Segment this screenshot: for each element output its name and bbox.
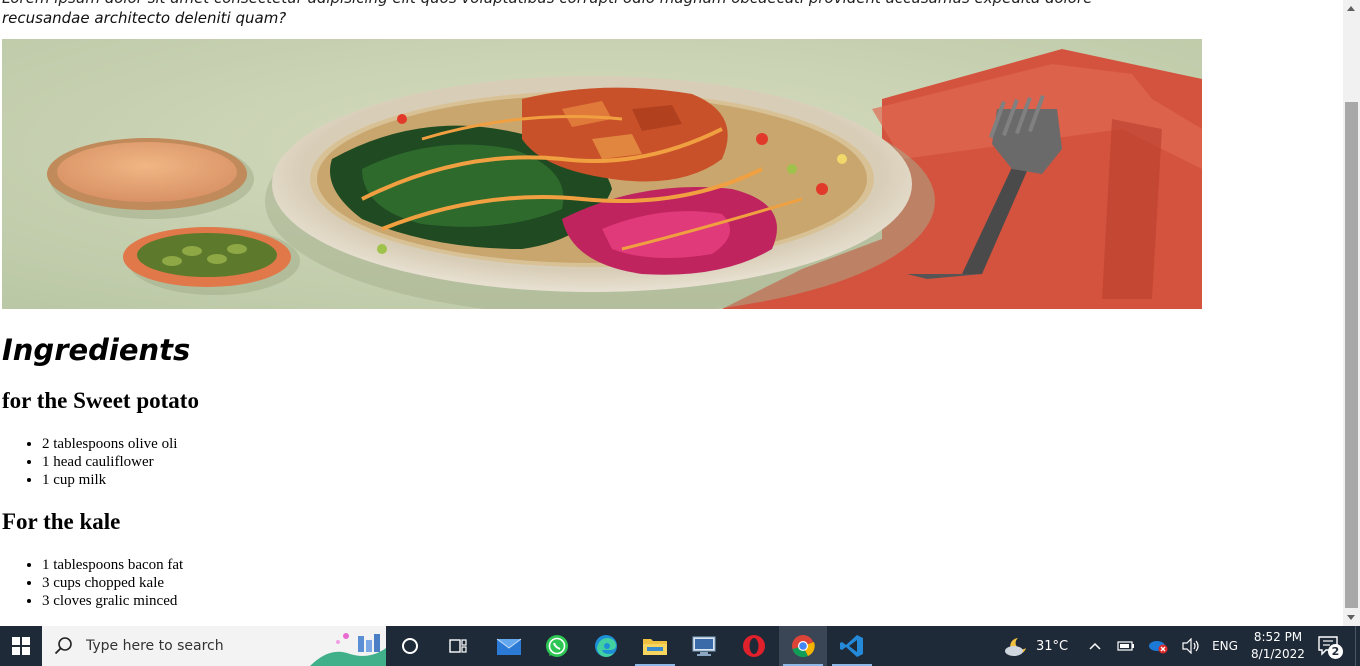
- list-item: 3 cups chopped kale: [42, 574, 183, 592]
- taskbar-search-box[interactable]: Type here to search: [42, 626, 386, 666]
- speaker-icon: [1182, 638, 1199, 654]
- list-item: 2 tablespoons olive oli: [42, 435, 177, 453]
- remote-desktop-button[interactable]: [680, 626, 728, 666]
- weather-temperature: 31°C: [1036, 638, 1069, 654]
- task-view-button[interactable]: [434, 626, 482, 666]
- onedrive-button[interactable]: [1145, 626, 1171, 666]
- show-hidden-icons-button[interactable]: [1084, 626, 1106, 666]
- clock[interactable]: 8:52 PM 8/1/2022: [1246, 629, 1310, 663]
- search-highlight-illustration-icon: [310, 633, 386, 666]
- clock-time: 8:52 PM: [1253, 630, 1303, 644]
- section-title-sweet-potato: for the Sweet potato: [2, 388, 199, 413]
- scroll-down-button[interactable]: [1343, 609, 1360, 626]
- vertical-scrollbar[interactable]: [1343, 0, 1360, 626]
- kale-list: 1 tablespoons bacon fat 3 cups chopped k…: [2, 556, 183, 610]
- list-item: 1 tablespoons bacon fat: [42, 556, 183, 574]
- battery-icon: [1117, 641, 1134, 651]
- whatsapp-icon: [546, 635, 568, 657]
- food-bowl-image: [2, 39, 1202, 309]
- show-desktop-button[interactable]: [1355, 626, 1360, 666]
- language-indicator[interactable]: ENG: [1208, 626, 1242, 666]
- mail-icon: [496, 638, 522, 655]
- start-button[interactable]: [0, 626, 42, 666]
- sweet-potato-list: 2 tablespoons olive oli 1 head cauliflow…: [2, 435, 177, 489]
- chevron-down-icon: [1347, 615, 1355, 620]
- file-explorer-button[interactable]: [631, 626, 679, 666]
- windows-logo-icon: [12, 637, 30, 655]
- scroll-up-button[interactable]: [1343, 0, 1360, 17]
- search-placeholder: Type here to search: [86, 638, 224, 654]
- chevron-up-icon: [1089, 642, 1101, 650]
- folder-icon: [643, 639, 667, 655]
- notifications-button[interactable]: 2: [1314, 626, 1344, 666]
- list-item: 3 cloves gralic minced: [42, 592, 183, 610]
- search-icon: [54, 637, 72, 655]
- whatsapp-app-button[interactable]: [533, 626, 581, 666]
- chevron-up-icon: [1347, 6, 1355, 11]
- notification-count-badge: 2: [1328, 644, 1343, 659]
- edge-app-button[interactable]: [582, 626, 630, 666]
- battery-button[interactable]: [1114, 626, 1138, 666]
- list-item: 1 head cauliflower: [42, 453, 177, 471]
- vscode-icon: [840, 635, 863, 657]
- remote-desktop-icon: [692, 636, 716, 656]
- opera-browser-icon: [743, 635, 765, 657]
- weather-widget[interactable]: 31°C: [1004, 626, 1074, 666]
- opera-app-button[interactable]: [730, 626, 778, 666]
- cortana-button[interactable]: [386, 626, 434, 666]
- intro-last-line: recusandae architecto deleniti quam?: [2, 9, 287, 27]
- chrome-app-button[interactable]: [779, 626, 827, 666]
- partly-cloudy-night-icon: [1005, 638, 1026, 656]
- intro-cut-line: Lorem ipsum dolor sit amet consectetur a…: [2, 0, 1332, 8]
- vscode-app-button[interactable]: [828, 626, 876, 666]
- mail-app-button[interactable]: [485, 626, 533, 666]
- intro-paragraph: Lorem ipsum dolor sit amet consectetur a…: [2, 0, 1332, 28]
- language-label: ENG: [1212, 639, 1238, 653]
- section-title-kale: For the kale: [2, 509, 121, 534]
- volume-button[interactable]: [1178, 626, 1204, 666]
- scroll-thumb[interactable]: [1345, 102, 1358, 608]
- clock-date: 8/1/2022: [1251, 647, 1305, 661]
- ingredients-heading: Ingredients: [2, 333, 191, 367]
- chrome-browser-icon: [792, 635, 815, 658]
- task-view-icon: [449, 639, 467, 653]
- list-item: 1 cup milk: [42, 471, 177, 489]
- edge-browser-icon: [595, 635, 617, 657]
- cortana-circle-icon: [402, 638, 418, 654]
- web-page: Lorem ipsum dolor sit amet consectetur a…: [0, 0, 1343, 626]
- windows-taskbar: Type here to search 31°C ENG 8:52 PM 8/1…: [0, 626, 1360, 666]
- onedrive-error-icon: [1149, 641, 1168, 654]
